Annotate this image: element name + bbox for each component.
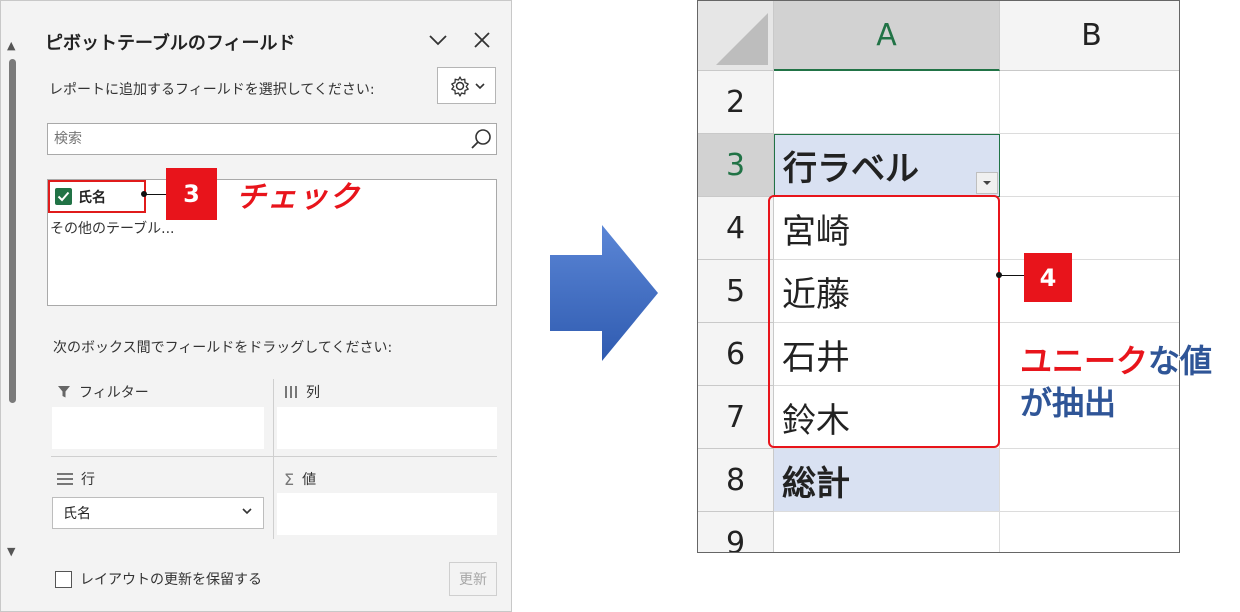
- cell-b2[interactable]: [1000, 71, 1179, 134]
- column-header-a[interactable]: A: [774, 1, 1000, 71]
- area-label-text: 行: [81, 472, 95, 488]
- right-arrow-icon: [550, 225, 658, 361]
- note-line-1: ユニークな値: [1020, 340, 1212, 382]
- cell-b4[interactable]: [1000, 197, 1179, 260]
- other-tables-link[interactable]: その他のテーブル...: [50, 218, 175, 238]
- cell-a8-grand-total[interactable]: 総計: [774, 449, 1000, 512]
- field-item-name[interactable]: 氏名: [48, 180, 146, 213]
- search-input[interactable]: [54, 128, 454, 150]
- pane-scrollbar-thumb[interactable]: [9, 59, 16, 403]
- check-annotation: チェック: [236, 180, 360, 215]
- callout-4-leader-line: [1000, 275, 1024, 276]
- field-search-box[interactable]: [47, 123, 497, 155]
- checkbox-checked-icon[interactable]: [55, 188, 72, 205]
- area-divider-vertical: [273, 379, 274, 539]
- values-drop-area[interactable]: [277, 493, 497, 535]
- area-label-text: フィルター: [79, 385, 149, 401]
- pane-close-button[interactable]: [469, 27, 495, 53]
- area-label-text: 列: [306, 385, 320, 401]
- close-icon: [474, 32, 490, 48]
- filter-icon: [58, 386, 70, 398]
- pane-title: ピボットテーブルのフィールド: [45, 33, 296, 54]
- tools-gear-button[interactable]: [437, 67, 496, 104]
- step-3-badge: 3: [166, 168, 217, 220]
- area-label-values: Σ 値: [284, 469, 316, 489]
- gear-icon: [450, 75, 469, 97]
- pane-options-button[interactable]: [425, 27, 451, 53]
- defer-checkbox[interactable]: [55, 570, 72, 588]
- row-header[interactable]: 4: [698, 197, 774, 260]
- note-line-2: が抽出: [1020, 384, 1117, 422]
- row-header[interactable]: 5: [698, 260, 774, 323]
- cell-b9[interactable]: [1000, 512, 1179, 552]
- rows-icon: [57, 473, 73, 485]
- defer-label: レイアウトの更新を保留する: [80, 572, 262, 588]
- note-highlight: ユニーク: [1020, 342, 1149, 380]
- row-field-dropdown[interactable]: 氏名: [52, 497, 264, 529]
- cell-a2[interactable]: [774, 71, 1000, 134]
- cell-a9[interactable]: [774, 512, 1000, 552]
- row-header[interactable]: 3: [698, 134, 774, 197]
- area-label-rows: 行: [57, 469, 95, 489]
- row-header[interactable]: 6: [698, 323, 774, 386]
- defer-layout-update[interactable]: レイアウトの更新を保留する: [55, 569, 262, 589]
- callout-3-leader-line: [144, 194, 166, 195]
- drag-instruction: 次のボックス間でフィールドをドラッグしてください:: [53, 340, 393, 356]
- pivot-field-pane: ▲ ▼ ピボットテーブルのフィールド レポートに追加するフィールドを選択してくだ…: [0, 0, 512, 612]
- unique-values-highlight: [768, 195, 1000, 448]
- unique-values-note: ユニークな値 が抽出: [1020, 340, 1212, 424]
- field-instruction: レポートに追加するフィールドを選択してください:: [49, 82, 375, 98]
- columns-icon: [285, 386, 297, 398]
- chevron-down-icon: [429, 35, 447, 46]
- field-label: 氏名: [78, 189, 106, 206]
- scroll-up-arrow-icon[interactable]: ▲: [7, 40, 19, 51]
- search-icon[interactable]: [469, 127, 493, 151]
- columns-drop-area[interactable]: [277, 407, 497, 449]
- step-4-badge: 4: [1024, 253, 1072, 302]
- cell-a3-row-labels[interactable]: 行ラベル: [774, 134, 1000, 197]
- area-divider-horizontal: [51, 456, 497, 457]
- area-label-text: 値: [302, 472, 317, 488]
- dropdown-arrow-icon: [983, 181, 991, 185]
- column-header-b[interactable]: B: [1000, 1, 1179, 71]
- row-header[interactable]: 2: [698, 71, 774, 134]
- row-header[interactable]: 9: [698, 512, 774, 552]
- area-label-columns: 列: [284, 382, 320, 402]
- row-header[interactable]: 7: [698, 386, 774, 449]
- filter-drop-area[interactable]: [52, 407, 264, 449]
- update-button[interactable]: 更新: [449, 562, 497, 596]
- row-field-label: 氏名: [63, 506, 91, 522]
- sigma-icon: Σ: [284, 469, 295, 489]
- scroll-down-arrow-icon[interactable]: ▼: [7, 546, 19, 557]
- cell-b8[interactable]: [1000, 449, 1179, 512]
- row-header[interactable]: 8: [698, 449, 774, 512]
- callout-3-dot: [141, 191, 147, 197]
- row-labels-filter-button[interactable]: [976, 172, 998, 194]
- chevron-down-small-icon: [474, 82, 485, 89]
- area-label-filter: フィルター: [57, 382, 149, 402]
- chevron-down-icon[interactable]: [241, 505, 253, 517]
- cell-b3[interactable]: [1000, 134, 1179, 197]
- select-all-corner[interactable]: [698, 1, 774, 71]
- note-rest: な値: [1148, 342, 1213, 380]
